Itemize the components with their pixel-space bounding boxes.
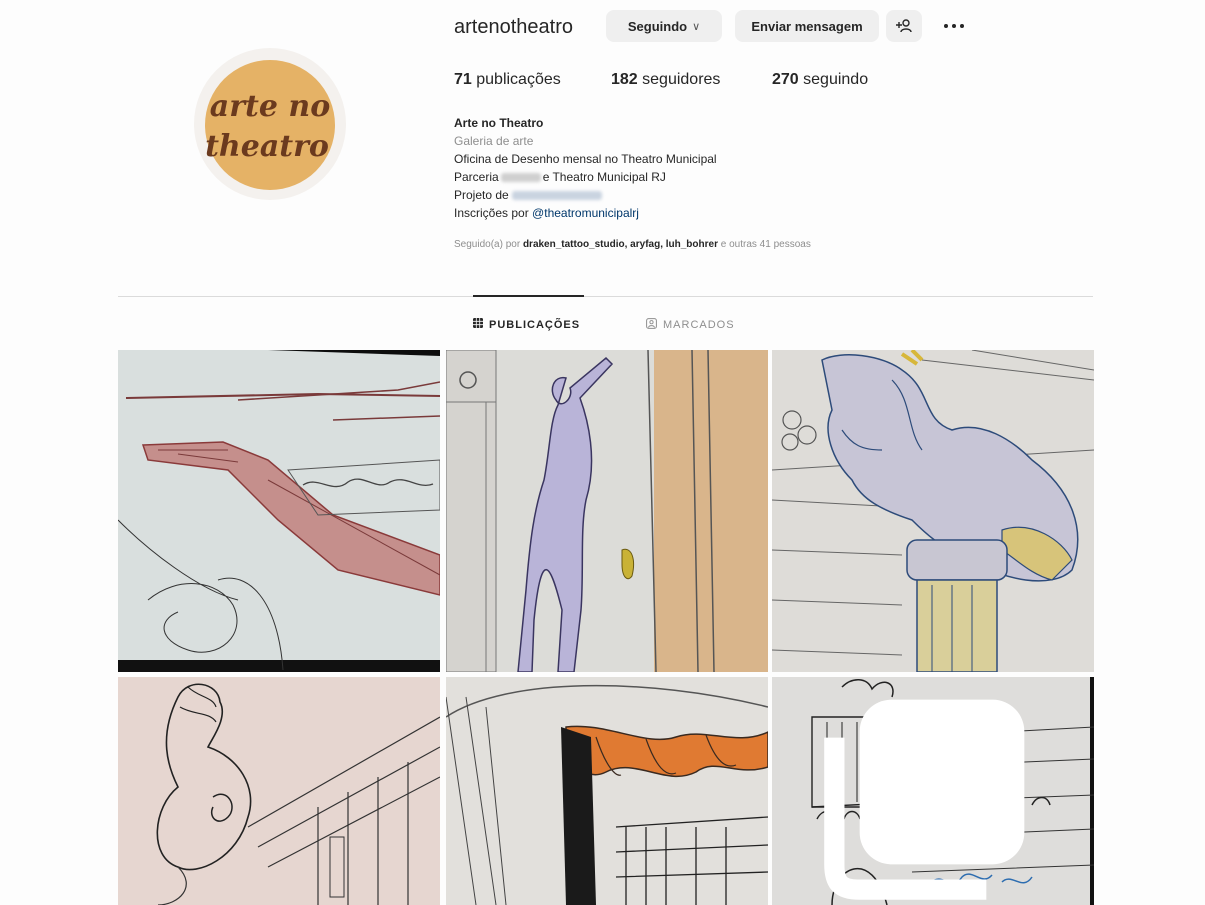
- bio-mention-link[interactable]: @theatromunicipalrj: [532, 206, 639, 220]
- avatar[interactable]: arte no theatro: [205, 60, 335, 190]
- more-options-icon: [944, 24, 948, 28]
- profile-username: artenotheatro: [454, 16, 573, 38]
- redacted-mention[interactable]: [511, 191, 602, 201]
- add-person-icon: [896, 19, 912, 33]
- bio-category: Galeria de arte: [454, 134, 534, 148]
- post-image: [118, 350, 440, 672]
- grid-icon: [473, 318, 483, 331]
- bio-line-4: Inscrições por @theatromunicipalrj: [454, 206, 639, 220]
- bio-name: Arte no Theatro: [454, 116, 544, 130]
- post-thumbnail[interactable]: [118, 350, 440, 672]
- bio-line-3: Projeto de: [454, 186, 974, 204]
- suggest-accounts-button[interactable]: [886, 10, 922, 42]
- more-options-button[interactable]: [940, 12, 968, 40]
- post-thumbnail[interactable]: [772, 350, 1094, 672]
- following-count[interactable]: 270 seguindo: [772, 71, 868, 89]
- send-message-button[interactable]: Enviar mensagem: [735, 10, 879, 42]
- multiple-photos-icon: [824, 699, 1025, 900]
- profile-bio: Arte no Theatro Galeria de arte Oficina …: [454, 114, 974, 222]
- avatar-text-line-1: arte no: [210, 89, 330, 124]
- post-image: [446, 677, 768, 905]
- active-tab-indicator: [473, 295, 584, 297]
- tabs-divider: [118, 296, 1093, 297]
- avatar-text-line-2: theatro: [205, 129, 329, 164]
- post-thumbnail[interactable]: [772, 677, 1094, 905]
- post-image: [772, 350, 1094, 672]
- redacted-text: [500, 173, 541, 183]
- avatar-logo: arte no theatro: [205, 89, 330, 164]
- posts-count: 71 publicações: [454, 71, 561, 88]
- following-button-label: Seguindo: [627, 18, 688, 34]
- followers-count[interactable]: 182 seguidores: [611, 71, 720, 89]
- post-image: [446, 350, 768, 672]
- chevron-down-icon: ∨: [692, 20, 701, 33]
- bio-line-1: Oficina de Desenho mensal no Theatro Mun…: [454, 152, 717, 166]
- post-thumbnail[interactable]: [446, 677, 768, 905]
- post-image: [118, 677, 440, 905]
- post-thumbnail[interactable]: [446, 350, 768, 672]
- tab-tagged[interactable]: MARCADOS: [646, 318, 735, 332]
- followed-by-users: draken_tattoo_studio, aryfag, luh_bohrer: [522, 239, 718, 250]
- bio-line-2: Parceria e Theatro Municipal RJ: [454, 170, 666, 184]
- post-thumbnail[interactable]: [118, 677, 440, 905]
- tab-posts[interactable]: PUBLICAÇÕES: [473, 318, 580, 331]
- tagged-icon: [646, 318, 657, 332]
- following-button[interactable]: Seguindo ∨: [606, 10, 722, 42]
- followed-by[interactable]: Seguido(a) por draken_tattoo_studio, ary…: [454, 239, 811, 250]
